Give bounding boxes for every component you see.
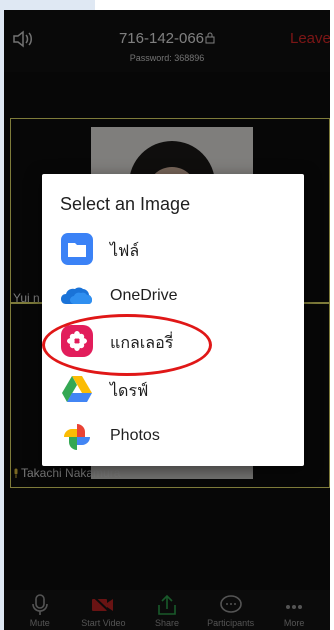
option-label: OneDrive xyxy=(110,287,178,304)
option-label: Photos xyxy=(110,427,160,444)
google-photos-icon xyxy=(64,424,90,450)
option-label: ไดรฟ์ xyxy=(110,383,149,400)
onedrive-cloud-icon xyxy=(61,287,92,304)
option-drive[interactable]: ไดรฟ์ xyxy=(42,366,304,410)
option-label: ไฟล์ xyxy=(110,243,140,260)
gallery-highlight-circle xyxy=(42,314,212,376)
dialog-title: Select an Image xyxy=(60,194,191,214)
option-photos[interactable]: Photos xyxy=(42,414,304,458)
folder-icon xyxy=(61,233,93,265)
google-drive-icon xyxy=(62,376,92,402)
option-files[interactable]: ไฟล์ xyxy=(42,226,304,270)
option-onedrive[interactable]: OneDrive xyxy=(42,274,304,318)
